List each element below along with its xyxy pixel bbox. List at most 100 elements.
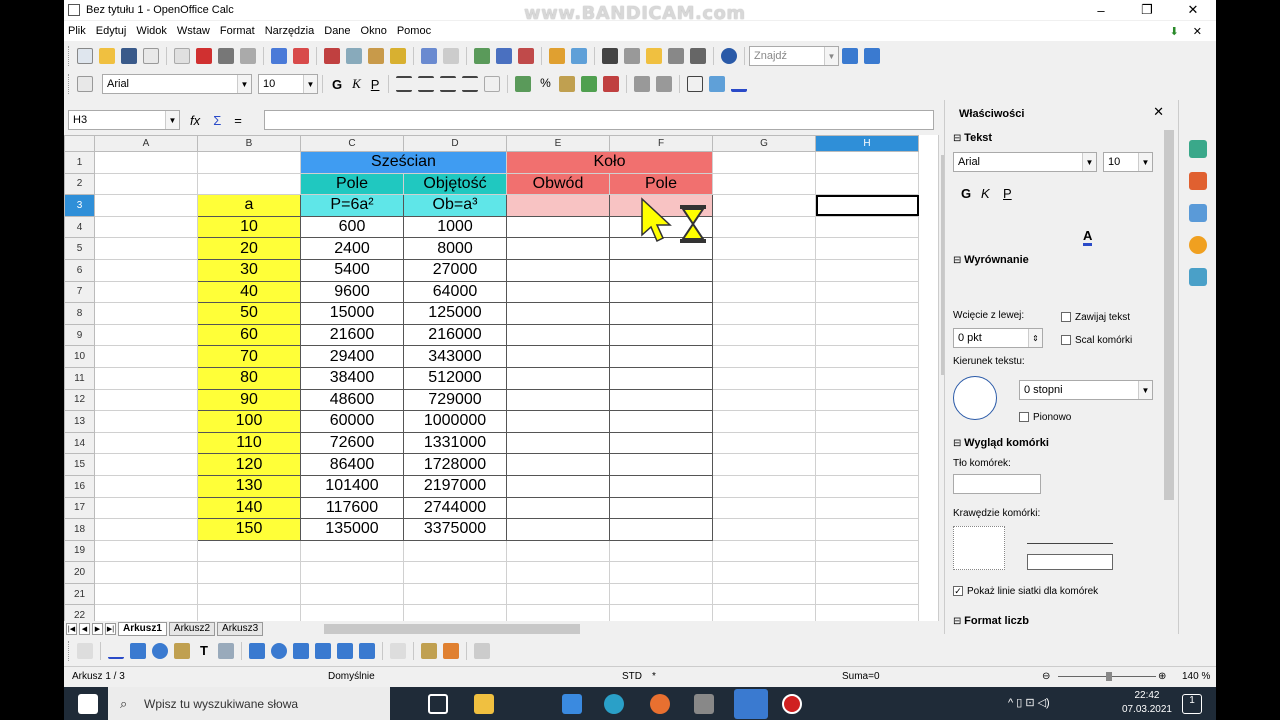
close-sidebar-icon[interactable]: ✕ — [1153, 104, 1164, 120]
cell[interactable] — [815, 539, 919, 563]
cell[interactable] — [197, 151, 301, 174]
cube-area-cell[interactable]: 60000 — [300, 410, 404, 433]
cut-icon[interactable] — [324, 48, 340, 64]
cube-volume-cell[interactable]: 1000 — [403, 215, 507, 239]
function-icon[interactable]: = — [234, 113, 242, 128]
cube-volume-cell[interactable]: 729000 — [403, 388, 507, 412]
circle-area-cell[interactable] — [609, 258, 713, 282]
from-file-icon[interactable] — [421, 643, 437, 659]
cell[interactable] — [712, 237, 816, 260]
callouts-icon[interactable] — [218, 643, 234, 659]
circle-area-cell[interactable] — [609, 496, 713, 520]
side-length-cell[interactable]: 30 — [197, 258, 301, 282]
cell[interactable] — [712, 194, 816, 217]
data-sources-icon[interactable] — [668, 48, 684, 64]
cell[interactable] — [815, 258, 919, 282]
cube-area-cell[interactable]: 5400 — [300, 258, 404, 282]
cube-volume-cell[interactable]: 8000 — [403, 237, 507, 260]
cell[interactable] — [815, 431, 919, 455]
selection-mode[interactable]: STD — [622, 671, 642, 682]
help-icon[interactable] — [721, 48, 737, 64]
standard-format-icon[interactable] — [559, 76, 576, 92]
page-style[interactable]: Domyślnie — [328, 671, 375, 682]
cell[interactable] — [506, 604, 610, 621]
zoom-slider-handle[interactable] — [1106, 672, 1112, 681]
row-header[interactable]: 13 — [64, 410, 95, 433]
cell[interactable] — [712, 388, 816, 412]
cell[interactable] — [94, 237, 198, 260]
openoffice-taskbar-icon[interactable] — [734, 689, 768, 719]
formula-input[interactable] — [264, 110, 934, 130]
circle-area-cell[interactable] — [609, 323, 713, 347]
side-length-cell[interactable]: 110 — [197, 431, 301, 455]
cube-area-cell[interactable]: 2400 — [300, 237, 404, 260]
cell[interactable] — [815, 496, 919, 520]
windows-start-icon[interactable] — [78, 694, 98, 714]
chevron-down-icon[interactable]: ▼ — [824, 47, 838, 65]
cell[interactable] — [815, 302, 919, 325]
chevron-down-icon[interactable]: ▼ — [165, 111, 179, 129]
zoom-level[interactable]: 140 % — [1182, 671, 1210, 682]
cube-area-cell[interactable]: 135000 — [300, 518, 404, 541]
perimeter-cell[interactable] — [506, 366, 610, 390]
toolbar-grip[interactable] — [68, 74, 74, 94]
cube-volume-cell[interactable]: 3375000 — [403, 518, 507, 541]
toolbar-grip[interactable] — [68, 46, 74, 66]
cell[interactable] — [94, 410, 198, 433]
menu-format[interactable]: Format — [220, 25, 255, 37]
volume-header-cell[interactable]: Objętość — [403, 172, 507, 196]
circle-area-cell[interactable] — [609, 345, 713, 368]
draw-functions-icon[interactable] — [571, 48, 587, 64]
perimeter-cell[interactable] — [506, 258, 610, 282]
taskbar-clock[interactable]: 22:42 07.03.2021 — [1122, 689, 1172, 717]
perimeter-cell[interactable] — [506, 215, 610, 239]
column-header[interactable]: E — [506, 135, 610, 152]
borders-icon[interactable] — [687, 76, 704, 92]
email-icon[interactable] — [143, 48, 159, 64]
row-header[interactable]: 8 — [64, 302, 95, 325]
horizontal-scrollbar[interactable] — [322, 624, 922, 634]
cell[interactable] — [815, 151, 919, 174]
perimeter-cell[interactable] — [506, 388, 610, 412]
ellipse-icon[interactable] — [152, 643, 168, 659]
redo-icon[interactable] — [443, 48, 459, 64]
cell[interactable] — [94, 280, 198, 304]
zoom-out-icon[interactable]: ⊖ — [1042, 671, 1050, 682]
column-header[interactable]: F — [609, 135, 713, 152]
hyperlink-icon[interactable] — [474, 48, 490, 64]
column-header[interactable]: G — [712, 135, 816, 152]
copy-icon[interactable] — [346, 48, 362, 64]
align-center-icon[interactable] — [418, 76, 435, 92]
cube-area-cell[interactable]: 600 — [300, 215, 404, 239]
sort-descending-icon[interactable] — [518, 48, 534, 64]
styles-icon[interactable] — [77, 76, 93, 92]
cell[interactable] — [94, 496, 198, 520]
close-document-button[interactable]: ✕ — [1193, 25, 1202, 38]
autospellcheck-icon[interactable] — [293, 48, 309, 64]
cell[interactable] — [94, 151, 198, 174]
callout-shapes-icon[interactable] — [337, 643, 353, 659]
cell[interactable] — [815, 215, 919, 239]
align-left-icon[interactable] — [396, 76, 413, 92]
cell[interactable] — [712, 604, 816, 621]
cell[interactable] — [712, 474, 816, 498]
column-header[interactable]: A — [94, 135, 198, 152]
perimeter-header-cell[interactable]: Obwód — [506, 172, 610, 196]
cell[interactable] — [197, 561, 301, 584]
export-pdf-icon[interactable] — [196, 48, 212, 64]
print-icon[interactable] — [218, 48, 234, 64]
row-header[interactable]: 15 — [64, 453, 95, 476]
perimeter-cell[interactable] — [506, 302, 610, 325]
perimeter-cell[interactable] — [506, 474, 610, 498]
cell[interactable] — [712, 151, 816, 174]
a-header-cell[interactable]: a — [197, 194, 301, 217]
row-header[interactable]: 20 — [64, 561, 95, 584]
taskbar-search-input[interactable]: Wpisz tu wyszukiwane słowa — [108, 687, 390, 720]
merge-cells-checkbox[interactable]: Scal komórki — [1061, 335, 1132, 346]
settings-icon[interactable] — [694, 694, 714, 714]
cell[interactable] — [197, 582, 301, 606]
cube-header-cell[interactable]: Sześcian — [300, 151, 507, 174]
justify-icon[interactable] — [462, 76, 479, 92]
side-length-cell[interactable]: 130 — [197, 474, 301, 498]
circle-area-cell[interactable] — [609, 474, 713, 498]
